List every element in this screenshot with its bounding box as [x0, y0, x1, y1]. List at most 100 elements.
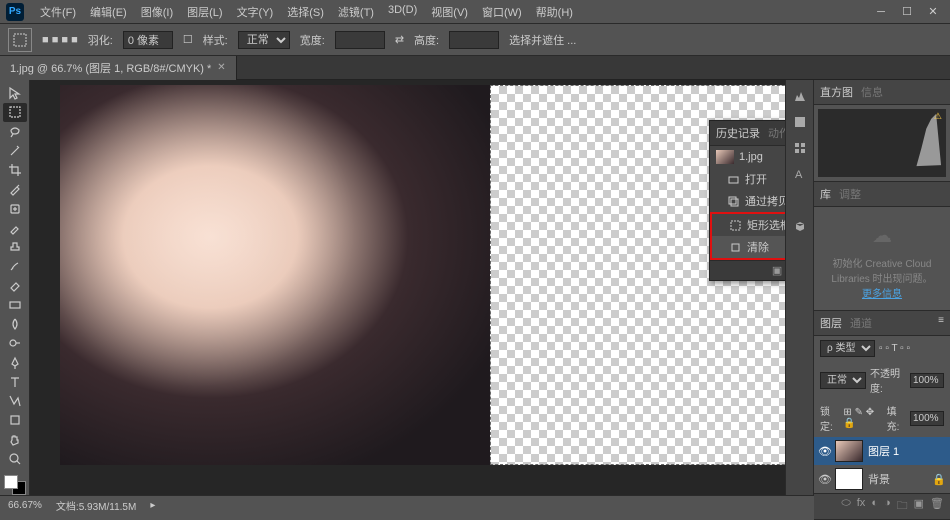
history-tabs: 历史记录 动作 » ≡ — [710, 121, 785, 146]
feather-input[interactable] — [123, 31, 173, 49]
status-chevron-icon[interactable]: ▸ — [150, 500, 155, 511]
tab-history[interactable]: 历史记录 — [716, 125, 760, 141]
opacity-input[interactable] — [910, 373, 944, 388]
layer-kind-select[interactable]: ρ 类型 — [820, 340, 875, 357]
menu-type[interactable]: 文字(Y) — [231, 1, 280, 23]
heal-tool[interactable] — [3, 200, 27, 218]
mask-icon[interactable]: ◐ — [871, 497, 878, 516]
swatches-icon[interactable] — [792, 140, 808, 156]
library-message: 初始化 Creative Cloud Libraries 时出现问题。 — [822, 257, 942, 287]
tab-channels[interactable]: 通道 — [850, 315, 872, 331]
style-select[interactable]: 正常 — [238, 31, 290, 49]
canvas-area[interactable]: 历史记录 动作 » ≡ 1.jpg 打开 通过拷贝的图层 矩形选框 — [30, 80, 785, 495]
lock-icons[interactable]: ⊞ ✎ ✥ 🔒 — [843, 407, 882, 429]
wand-tool[interactable] — [3, 142, 27, 160]
histogram-display: ⚠ — [818, 109, 946, 177]
menu-window[interactable]: 窗口(W) — [476, 1, 528, 23]
menu-edit[interactable]: 编辑(E) — [84, 1, 133, 23]
menu-view[interactable]: 视图(V) — [425, 1, 474, 23]
menu-layer[interactable]: 图层(L) — [181, 1, 228, 23]
menu-help[interactable]: 帮助(H) — [530, 1, 579, 23]
workspace: 历史记录 动作 » ≡ 1.jpg 打开 通过拷贝的图层 矩形选框 — [0, 80, 950, 495]
stamp-tool[interactable] — [3, 238, 27, 256]
crop-tool[interactable] — [3, 161, 27, 179]
cube-icon[interactable] — [792, 218, 808, 234]
layer-name[interactable]: 图层 1 — [868, 443, 899, 459]
visibility-icon[interactable]: 👁 — [818, 473, 830, 486]
menu-filter[interactable]: 滤镜(T) — [332, 1, 380, 23]
panel-menu-icon[interactable]: ≡ — [938, 315, 944, 331]
layer-row[interactable]: 👁 图层 1 — [814, 437, 950, 465]
move-tool[interactable] — [3, 84, 27, 102]
layer-name[interactable]: 背景 — [868, 471, 890, 487]
document-canvas[interactable] — [60, 85, 785, 465]
new-layer-icon[interactable]: ▣ — [914, 497, 924, 516]
tab-info[interactable]: 信息 — [861, 84, 883, 100]
folder-icon[interactable]: 🗀 — [897, 497, 908, 516]
history-item-open[interactable]: 打开 — [710, 168, 785, 190]
dodge-tool[interactable] — [3, 334, 27, 352]
menu-3d[interactable]: 3D(D) — [382, 1, 423, 23]
menu-image[interactable]: 图像(I) — [135, 1, 179, 23]
marquee-tool[interactable] — [3, 103, 27, 121]
color-swatches[interactable] — [4, 475, 26, 495]
pen-tool[interactable] — [3, 354, 27, 372]
history-snapshot-icon[interactable]: ▣ — [772, 264, 782, 277]
fx-icon[interactable]: fx — [857, 497, 866, 516]
document-tab[interactable]: 1.jpg @ 66.7% (图层 1, RGB/8#/CMYK) * ✕ — [0, 56, 237, 80]
window-controls: ─ ☐ ✕ — [870, 5, 944, 19]
close-button[interactable]: ✕ — [922, 5, 944, 19]
eyedropper-tool[interactable] — [3, 180, 27, 198]
layer-thumb — [835, 468, 863, 490]
history-doc-thumb — [716, 150, 734, 164]
layer-row[interactable]: 👁 背景 🔒 — [814, 465, 950, 493]
tab-library[interactable]: 库 — [820, 186, 831, 202]
blur-tool[interactable] — [3, 315, 27, 333]
minimize-button[interactable]: ─ — [870, 5, 892, 19]
history-item-copy-layer[interactable]: 通过拷贝的图层 — [710, 190, 785, 212]
width-input[interactable] — [335, 31, 385, 49]
layer-thumb — [835, 440, 863, 462]
hand-tool[interactable] — [3, 431, 27, 449]
tool-preset-icon[interactable] — [8, 28, 32, 52]
fill-input[interactable] — [910, 411, 944, 426]
histogram-icon[interactable] — [792, 88, 808, 104]
menu-select[interactable]: 选择(S) — [281, 1, 330, 23]
tab-histogram[interactable]: 直方图 — [820, 84, 853, 100]
type-tool[interactable] — [3, 373, 27, 391]
zoom-level[interactable]: 66.67% — [8, 500, 42, 511]
para-icon[interactable] — [792, 192, 808, 208]
gradient-tool[interactable] — [3, 296, 27, 314]
history-brush-tool[interactable] — [3, 257, 27, 275]
shape-tool[interactable] — [3, 411, 27, 429]
history-panel[interactable]: 历史记录 动作 » ≡ 1.jpg 打开 通过拷贝的图层 矩形选框 — [709, 120, 785, 281]
tab-actions[interactable]: 动作 — [768, 125, 785, 141]
lasso-tool[interactable] — [3, 123, 27, 141]
tab-layers[interactable]: 图层 — [820, 315, 842, 331]
color-icon[interactable] — [792, 114, 808, 130]
trash-icon[interactable]: 🗑 — [930, 497, 944, 516]
char-icon[interactable]: A — [792, 166, 808, 182]
brush-tool[interactable] — [3, 219, 27, 237]
options-bar: ■ ■ ■ ■ 羽化: ☐ 样式: 正常 宽度: ⇄ 高度: 选择并遮住 ... — [0, 24, 950, 56]
tab-adjustments[interactable]: 调整 — [839, 186, 861, 202]
doc-size[interactable]: 文档:5.93M/11.5M — [56, 498, 136, 513]
maximize-button[interactable]: ☐ — [896, 5, 918, 19]
warning-icon[interactable]: ⚠ — [934, 111, 942, 122]
blend-select[interactable]: 正常 — [820, 372, 866, 389]
eraser-tool[interactable] — [3, 277, 27, 295]
visibility-icon[interactable]: 👁 — [818, 445, 830, 458]
history-item-clear[interactable]: 清除 — [712, 236, 785, 258]
library-more-link[interactable]: 更多信息 — [862, 289, 902, 300]
link-icon[interactable]: ⬭ — [841, 497, 850, 516]
history-item-marquee[interactable]: 矩形选框 — [712, 214, 785, 236]
feather-label: 羽化: — [88, 32, 113, 48]
tab-close-icon[interactable]: ✕ — [217, 62, 225, 73]
menu-file[interactable]: 文件(F) — [34, 1, 82, 23]
adjust-icon[interactable]: ◑ — [884, 497, 891, 516]
history-document[interactable]: 1.jpg — [710, 146, 785, 168]
path-tool[interactable] — [3, 392, 27, 410]
zoom-tool[interactable] — [3, 450, 27, 468]
height-input[interactable] — [449, 31, 499, 49]
refine-edge-button[interactable]: 选择并遮住 ... — [509, 32, 576, 48]
